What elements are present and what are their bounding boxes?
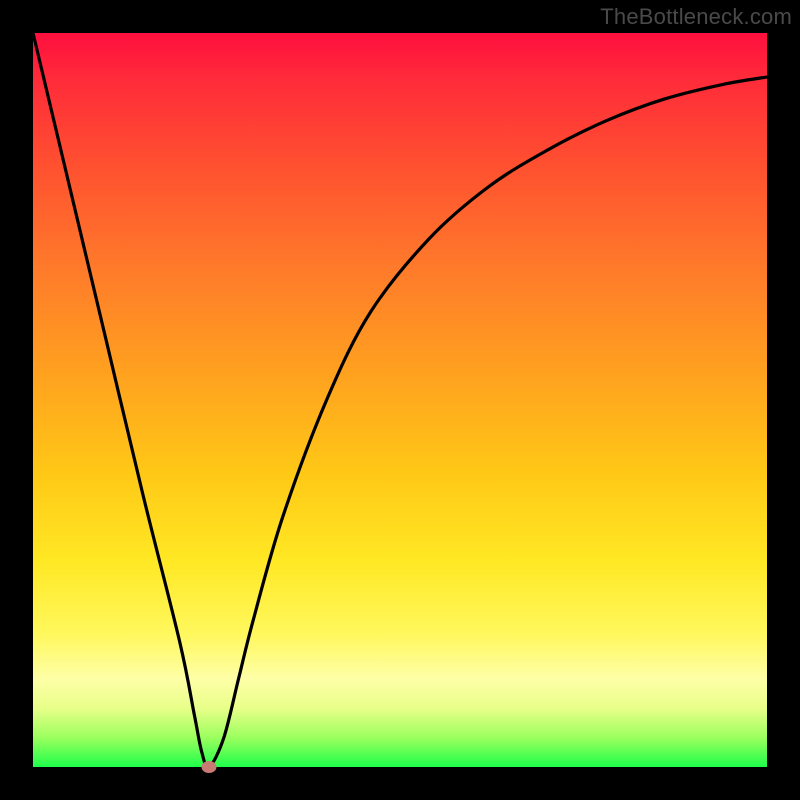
watermark-text: TheBottleneck.com [600,4,792,30]
bottleneck-curve [33,33,767,767]
minimum-marker [202,761,217,773]
chart-frame: TheBottleneck.com [0,0,800,800]
plot-area [33,33,767,767]
curve-svg [33,33,767,767]
